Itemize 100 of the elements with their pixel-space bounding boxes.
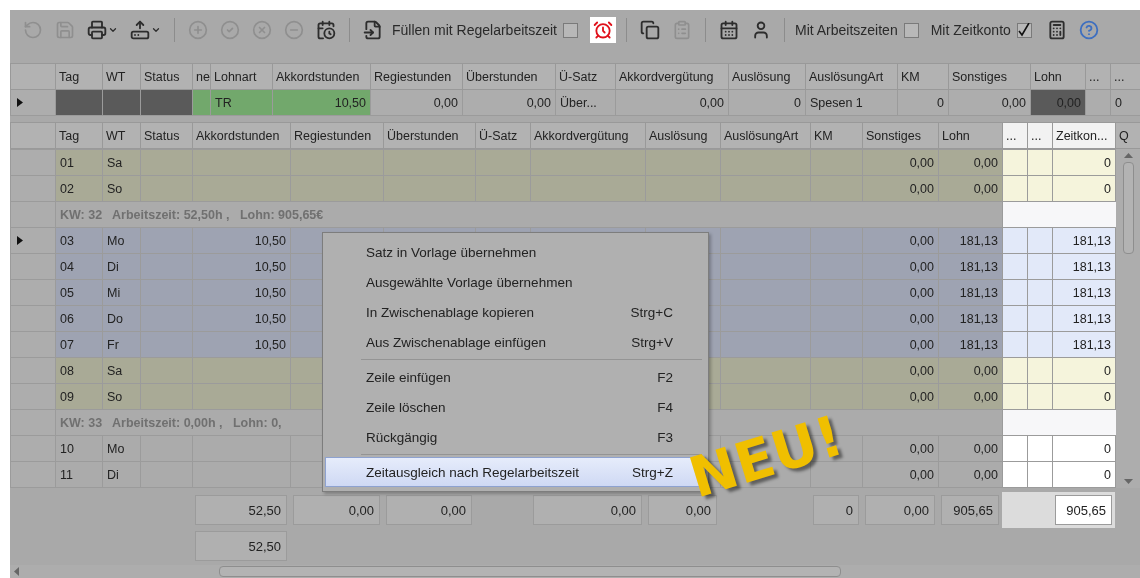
- caret-icon: [151, 25, 161, 35]
- column-header[interactable]: Sonstiges: [862, 122, 939, 149]
- save-icon: [55, 20, 75, 40]
- column-header[interactable]: Tag: [55, 122, 103, 149]
- column-header[interactable]: Regiestunden: [370, 63, 463, 90]
- column-header[interactable]: AuslösungArt: [805, 63, 898, 90]
- table-cell: 0,00: [862, 175, 939, 202]
- column-header[interactable]: ...: [1027, 122, 1053, 149]
- menu-item[interactable]: Satz in Vorlage übernehmen: [325, 237, 706, 267]
- table-cell: 0: [728, 89, 806, 116]
- table-cell: 0,00: [948, 89, 1031, 116]
- total-field: 905,65: [941, 495, 999, 525]
- calculator-icon: [1046, 20, 1067, 40]
- scrollbar-thumb[interactable]: [1122, 162, 1134, 254]
- table-cell: 0,00: [862, 383, 939, 410]
- checkbox[interactable]: [1016, 22, 1032, 38]
- menu-item[interactable]: Aus Zwischenablage einfügen Strg+V: [325, 327, 706, 357]
- column-header[interactable]: WT: [102, 122, 141, 149]
- total-field: 0,00: [865, 495, 935, 525]
- column-header[interactable]: Sonstiges: [948, 63, 1031, 90]
- column-header[interactable]: Status: [140, 122, 193, 149]
- column-header[interactable]: Zeitkon...: [1052, 122, 1116, 149]
- table-cell: 0,00: [862, 331, 939, 358]
- checkbox[interactable]: [903, 22, 919, 38]
- table-cell: 10,50: [192, 227, 291, 254]
- column-header[interactable]: Regiestunden: [290, 122, 384, 149]
- column-header[interactable]: Lohn: [938, 122, 1003, 149]
- menu-item[interactable]: Zeile einfügen F2: [325, 362, 706, 392]
- table-cell: 0,00: [370, 89, 463, 116]
- total-field: 0: [813, 495, 859, 525]
- week-summary: KW: 32 Arbeitszeit: 52,50h , Lohn: 905,65€: [55, 201, 1003, 228]
- column-header[interactable]: Q: [1115, 122, 1140, 149]
- printer-icon: [87, 20, 107, 40]
- file-arrow-icon: [363, 20, 383, 40]
- table-cell: 10,50: [192, 331, 291, 358]
- table-cell: 0,00: [862, 227, 939, 254]
- table-cell: 0,00: [862, 435, 939, 462]
- row-pointer-icon: [17, 97, 23, 107]
- vertical-scrollbar[interactable]: [1116, 149, 1140, 488]
- table-cell: 10,50: [272, 89, 371, 116]
- table-cell: 0,00: [615, 89, 729, 116]
- column-header[interactable]: Lohn: [1030, 63, 1086, 90]
- column-header[interactable]: KM: [810, 122, 863, 149]
- column-header[interactable]: Akkordvergütung: [615, 63, 729, 90]
- column-header[interactable]: Akkordvergütung: [530, 122, 646, 149]
- minus-circle-icon: [284, 20, 304, 40]
- table-cell: 01: [55, 149, 103, 176]
- total-field: 52,50: [195, 495, 287, 525]
- caret-icon: [108, 25, 118, 35]
- alarm-clock-icon: [592, 20, 613, 40]
- help-icon: [1078, 20, 1099, 40]
- table-cell: 0,00: [862, 253, 939, 280]
- column-header[interactable]: ...: [1085, 63, 1111, 90]
- total-field: 0,00: [533, 495, 642, 525]
- table-cell: 181,13: [1052, 227, 1116, 254]
- column-header[interactable]: Ü-Satz: [475, 122, 531, 149]
- column-header[interactable]: Überstunden: [383, 122, 476, 149]
- column-header[interactable]: Tag: [55, 63, 103, 90]
- check-circle-icon: [220, 20, 240, 40]
- plus-circle-icon: [188, 20, 208, 40]
- column-header[interactable]: Lohnart: [210, 63, 273, 90]
- table-cell: 10,50: [192, 305, 291, 332]
- column-header[interactable]: Auslösung: [645, 122, 721, 149]
- column-header[interactable]: WT: [102, 63, 141, 90]
- menu-item[interactable]: Ausgewählte Vorlage übernehmen: [325, 267, 706, 297]
- calendar-clock-icon: [316, 20, 336, 40]
- column-header[interactable]: Status: [140, 63, 193, 90]
- column-header[interactable]: Ü-Satz: [555, 63, 616, 90]
- horizontal-scrollbar[interactable]: [10, 565, 1140, 578]
- table-cell: Spesen 1: [805, 89, 898, 116]
- column-header[interactable]: ...: [1002, 122, 1028, 149]
- column-header[interactable]: Akkordstunden: [192, 122, 291, 149]
- table-cell: 0,00: [862, 279, 939, 306]
- table-cell: 0,00: [938, 149, 1003, 176]
- scrollbar-thumb[interactable]: [219, 566, 841, 577]
- column-header[interactable]: AuslösungArt: [720, 122, 811, 149]
- column-header[interactable]: Auslösung: [728, 63, 806, 90]
- table-cell: 10,50: [192, 253, 291, 280]
- scroll-up-icon[interactable]: [1123, 153, 1133, 158]
- column-header[interactable]: Überstunden: [462, 63, 556, 90]
- table-cell: 0: [1052, 149, 1116, 176]
- table-cell: Sa: [102, 149, 141, 176]
- checkbox[interactable]: [562, 22, 578, 38]
- total-field: 52,50: [195, 531, 287, 561]
- table-cell: 0,00: [862, 149, 939, 176]
- table-cell: 10,50: [192, 279, 291, 306]
- column-header[interactable]: KM: [897, 63, 949, 90]
- scroll-left-icon[interactable]: [14, 567, 19, 576]
- x-circle-icon: [252, 20, 272, 40]
- row-pointer-icon: [17, 235, 23, 245]
- option-label: Füllen mit Regelarbeitszeit: [392, 22, 557, 38]
- scroll-down-icon[interactable]: [1123, 479, 1133, 484]
- export-icon: [130, 20, 150, 40]
- column-header[interactable]: Akkordstunden: [272, 63, 371, 90]
- total-field: 905,65: [1055, 495, 1112, 525]
- undo-icon: [23, 20, 43, 40]
- total-field: 0,00: [386, 495, 472, 525]
- menu-item[interactable]: In Zwischenablage kopieren Strg+C: [325, 297, 706, 327]
- toolbar-button[interactable]: [589, 17, 616, 43]
- column-header[interactable]: ...: [1110, 63, 1140, 90]
